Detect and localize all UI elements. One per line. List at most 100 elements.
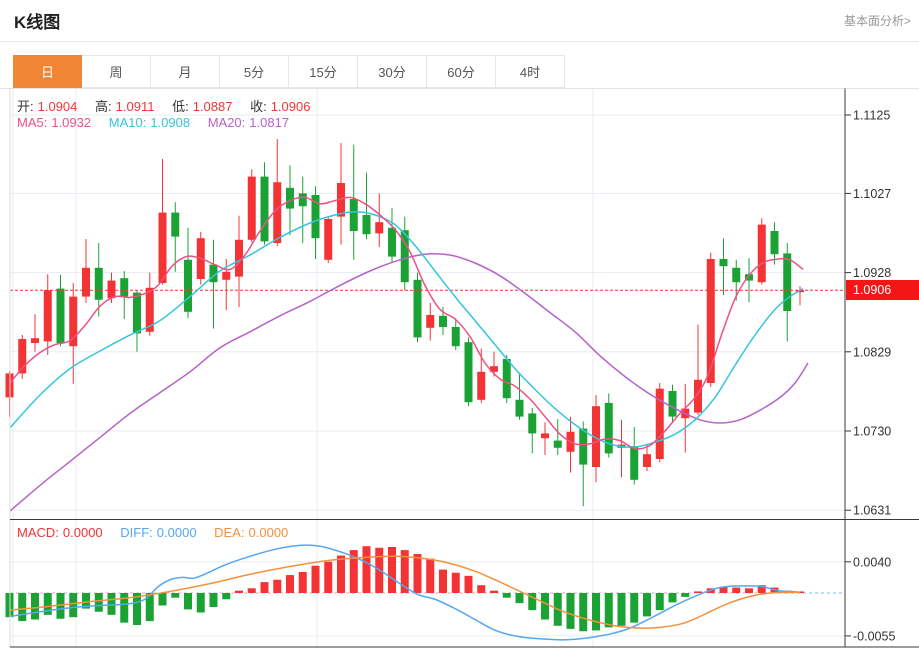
price-axis-label: 1.0829 bbox=[853, 345, 891, 359]
macd-bar bbox=[604, 593, 613, 628]
macd-bar bbox=[235, 590, 243, 593]
candle-body bbox=[439, 315, 447, 327]
candle-body bbox=[171, 212, 180, 237]
candle-body bbox=[706, 259, 715, 383]
price-axis-label: 1.1125 bbox=[853, 109, 890, 123]
macd-axis-label: -0.0055 bbox=[853, 629, 895, 643]
high-label: 高: bbox=[95, 99, 112, 114]
candle-body bbox=[464, 342, 473, 403]
candle-body bbox=[31, 338, 39, 343]
macd-axis-label: 0.0040 bbox=[853, 555, 891, 569]
macd-bar bbox=[655, 593, 664, 611]
macd-bar bbox=[171, 593, 180, 598]
macd-bar bbox=[94, 593, 103, 612]
macd-bar bbox=[732, 587, 741, 593]
candle-body bbox=[502, 359, 511, 399]
macd-bar bbox=[413, 554, 422, 593]
macd-bar bbox=[592, 593, 600, 631]
close-label: 收: bbox=[250, 99, 267, 114]
candle-body bbox=[222, 271, 231, 280]
macd-bar bbox=[184, 593, 192, 610]
candle-body bbox=[783, 253, 792, 311]
candle-body bbox=[528, 413, 537, 434]
macd-bar bbox=[247, 588, 256, 593]
ma20-value: 1.0817 bbox=[249, 115, 290, 130]
ma10-value: 1.0908 bbox=[150, 115, 191, 130]
diff-value: 0.0000 bbox=[156, 525, 197, 540]
ma5-label: MA5: bbox=[17, 115, 48, 130]
close-value: 1.0906 bbox=[270, 99, 311, 114]
candle-body bbox=[247, 176, 256, 240]
candle-body bbox=[298, 193, 307, 207]
price-axis-label: 1.1027 bbox=[853, 187, 891, 201]
macd-bar bbox=[362, 546, 371, 593]
macd-bar bbox=[337, 555, 345, 593]
macd-readout: MACD: 0.0000 DIFF: 0.0000 DEA: 0.0000 bbox=[17, 525, 292, 540]
macd-bar bbox=[31, 593, 39, 620]
macd-bar bbox=[541, 593, 549, 620]
candle-body bbox=[82, 267, 90, 297]
macd-bar bbox=[196, 593, 205, 613]
macd-bar bbox=[464, 575, 473, 593]
last-price-tag: 1.0906 bbox=[846, 280, 919, 300]
macd-bar bbox=[324, 561, 333, 593]
macd-bar bbox=[298, 571, 307, 593]
candle-body bbox=[388, 227, 396, 257]
candle-body bbox=[630, 446, 639, 480]
macd-bar bbox=[630, 593, 639, 623]
kline-page: K线图 基本面分析> 日周月 5分 15分 30分 60分 4时 1.1125 1.1027… bbox=[0, 0, 919, 654]
price-axis-label: 1.0928 bbox=[853, 266, 891, 280]
dea-value: 0.0000 bbox=[248, 525, 289, 540]
macd-bar bbox=[681, 593, 690, 597]
candle-body bbox=[643, 454, 651, 467]
macd-bar bbox=[260, 582, 269, 593]
price-axis-label: 1.0730 bbox=[853, 425, 891, 439]
macd-bar bbox=[18, 593, 27, 622]
ma20-label: MA20: bbox=[207, 115, 246, 130]
ma10-label: MA10: bbox=[108, 115, 147, 130]
macd-bar bbox=[107, 593, 116, 615]
low-label: 低: bbox=[172, 99, 189, 114]
macd-bar bbox=[209, 593, 218, 608]
macd-bar bbox=[745, 588, 753, 593]
candle-body bbox=[286, 187, 294, 209]
candle-body bbox=[604, 403, 613, 454]
macd-bar bbox=[158, 593, 167, 606]
candle-body bbox=[56, 288, 65, 343]
open-label: 开: bbox=[17, 99, 34, 114]
candle-body bbox=[260, 176, 269, 242]
candle-body bbox=[158, 212, 167, 283]
open-value: 1.0904 bbox=[37, 99, 78, 114]
candle-body bbox=[451, 327, 460, 347]
candle-body bbox=[668, 391, 677, 417]
candle-body bbox=[349, 199, 358, 231]
macd-value: 0.0000 bbox=[62, 525, 103, 540]
candle-body bbox=[770, 231, 779, 255]
macd-bar bbox=[439, 569, 447, 593]
candle-body bbox=[362, 215, 371, 235]
macd-bar bbox=[311, 565, 320, 593]
candle-body bbox=[553, 440, 562, 448]
macd-bar bbox=[273, 579, 282, 593]
macd-bar bbox=[477, 585, 486, 593]
candle-body bbox=[515, 399, 524, 417]
candle-body bbox=[184, 259, 192, 312]
macd-bar bbox=[668, 593, 677, 603]
macd-bar bbox=[286, 575, 294, 593]
candle-body bbox=[43, 290, 52, 342]
candle-body bbox=[719, 259, 728, 267]
macd-bar bbox=[617, 593, 626, 626]
macd-bar bbox=[388, 546, 396, 593]
candle-body bbox=[413, 279, 422, 338]
ma20-line bbox=[9, 252, 809, 512]
low-value: 1.0887 bbox=[192, 99, 233, 114]
dea-label: DEA: bbox=[214, 525, 245, 540]
candle-body bbox=[133, 292, 141, 334]
price-axis-label: 1.0631 bbox=[853, 504, 891, 518]
macd-bar bbox=[490, 590, 498, 593]
candle-body bbox=[94, 267, 103, 300]
candle-body bbox=[579, 428, 588, 465]
macd-bar bbox=[566, 593, 575, 629]
candle-body bbox=[375, 222, 384, 234]
macd-bar bbox=[426, 558, 435, 593]
